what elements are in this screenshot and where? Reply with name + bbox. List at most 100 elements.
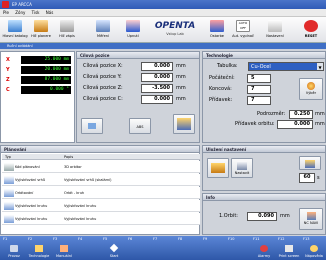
list-item[interactable]: Orbitování Orbit - kruh [2,187,200,199]
catalog-button[interactable]: Hlavní katalog [2,19,28,42]
fkey-f7[interactable]: F7 [152,236,176,260]
technology-icon [35,245,43,252]
menu-item-zony[interactable]: Zóny [15,10,25,15]
reset-icon [304,20,318,32]
planner-button[interactable]: Hlč planere [28,19,54,42]
function-key-bar: F1 Provoz F2 Technologie F3 Manuální F4 … [0,236,326,260]
app-icon [2,1,9,8]
fkey-f1[interactable]: F1 Provoz [2,236,26,260]
target-z-input[interactable]: -3.500 [141,84,173,93]
start-icon [109,243,119,253]
planning-header: Typ Popis [2,154,200,160]
run-icon [10,245,18,252]
info-panel: Info 1.Orbit: 0.090 mm NC NAVI [202,193,326,235]
target-c-label: Cílová pozice C: [83,96,123,102]
end-input[interactable]: 7 [247,85,271,94]
menu-bar: Ple Zóny Tisk Nás [0,9,326,17]
table-select[interactable]: Cu-Ocel ▼ [248,62,324,71]
list-item[interactable]: Vyjiskřování kruhu Vyjiskřování kruhu [2,213,200,225]
fkey-f9[interactable]: F9 [202,236,226,260]
menu-item-tisk[interactable]: Tisk [32,10,40,15]
spark-icon [4,202,14,210]
fkey-f13[interactable]: F13 Nápověda [302,236,326,260]
orbit-allowance-input[interactable]: 0.000 [277,120,313,129]
target-x-input[interactable]: 0.000 [141,62,173,71]
fkey-f5[interactable]: F5 Start [102,236,126,260]
position-x: X 25.000 mm [6,56,71,64]
tool-button[interactable]: Ostarbe [204,19,230,42]
target-c-unit: mm [176,96,186,102]
help-icon [310,245,318,252]
technology-panel: Technologie Tabulka: Cu-Ocel ▼ Počáteční… [202,51,326,143]
end-label: Koncová: [209,86,232,92]
orbit-allowance-label: Přídavek orbitu: [235,121,275,127]
start-label: Počáteční: [209,75,235,81]
start-input[interactable]: 5 [247,74,271,83]
clamp-icon [126,20,140,32]
timer-button[interactable] [299,156,321,170]
target-c-input[interactable]: 0.000 [141,95,173,104]
target-z-unit: mm [176,85,186,91]
fkey-f4[interactable]: F4 [77,236,101,260]
clamp-button[interactable]: Upnutí [120,19,146,42]
measure-button[interactable]: Měření [90,19,116,42]
table-label: Tabulka: [217,63,238,69]
write-button[interactable]: Hlč zápis [54,19,80,42]
tool-icon [210,20,224,32]
fkey-f6[interactable]: F6 [127,236,151,260]
menu-item-nas[interactable]: Nás [46,10,54,15]
fkey-f8[interactable]: F8 [177,236,201,260]
orbit-label: 1.Orbit: [219,213,238,219]
machine-button[interactable] [173,114,195,134]
settings-panel: Uložení nastavení Nastavit 60 s [202,145,326,191]
toolbar: Hlavní katalog Hlč planere Hlč zápis Měř… [0,17,326,43]
save-settings-button[interactable] [207,158,229,178]
list-item[interactable]: Kód plánování 3D orbitor [2,161,200,173]
select-button[interactable]: Výběr [299,78,323,100]
menu-item-ple[interactable]: Ple [3,10,9,15]
auto-off-button[interactable]: AUTO OFF Aut. vypínač [230,19,256,42]
undersize-input[interactable]: 0.250 [289,110,313,119]
settings-button[interactable]: Nastavení [262,19,288,42]
position-z: Z 87.000 mm [6,76,71,84]
settings-panel-title: Uložení nastavení [203,146,325,153]
openta-logo: OPENTA Vstup Lab [154,21,196,36]
target-y-input[interactable]: 0.000 [141,73,173,82]
fkey-f12[interactable]: F12 Print screen [277,236,301,260]
allowance-label: Přídavek: [209,97,233,103]
auto-off-icon: AUTO OFF [236,20,250,32]
target-x-unit: mm [176,63,186,69]
reset-button[interactable]: RESET [298,19,324,42]
target-panel-title: Cílová pozice [77,52,199,59]
fkey-f2[interactable]: F2 Technologie [27,236,51,260]
target-y-label: Cílová pozice Y: [83,74,122,80]
timer-input[interactable]: 60 [299,173,315,183]
chevron-down-icon[interactable]: ▼ [317,63,323,70]
list-item[interactable]: Vyjiskřování vrhů Vyjiskřování vrhů (skal… [2,174,200,186]
abs-button[interactable]: ABS [129,118,151,134]
plan-icon [4,163,14,171]
print-icon [285,245,293,252]
save-icon [211,163,225,173]
fkey-f10[interactable]: F10 [227,236,251,260]
mode-strip: Ruční ovládání [0,43,326,49]
fkey-f3[interactable]: F3 Manuální [52,236,76,260]
write-icon [60,20,74,32]
column-type: Typ [5,155,11,159]
planner-icon [34,20,48,32]
allowance-input[interactable]: 7 [247,96,271,105]
set-button[interactable]: Nastavit [231,158,253,178]
nc-navi-button[interactable]: NC NAVI [299,208,323,230]
info-panel-title: Info [203,194,325,201]
move-button[interactable] [81,118,103,134]
planning-panel: Plánování Typ Popis Kód plánování 3D orbi… [0,145,200,235]
select-icon [307,82,315,90]
technology-panel-title: Technologie [203,52,325,59]
alarm-icon [260,245,268,252]
list-item[interactable]: Vyjiskřování kruhu Vyjiskřování kruhu [2,200,200,212]
settings-icon [268,20,282,32]
catalog-icon [8,20,22,32]
window-title: EP ARCCA [12,2,32,7]
target-x-label: Cílová pozice X: [83,63,123,69]
fkey-f11[interactable]: F11 Alarmy [252,236,276,260]
